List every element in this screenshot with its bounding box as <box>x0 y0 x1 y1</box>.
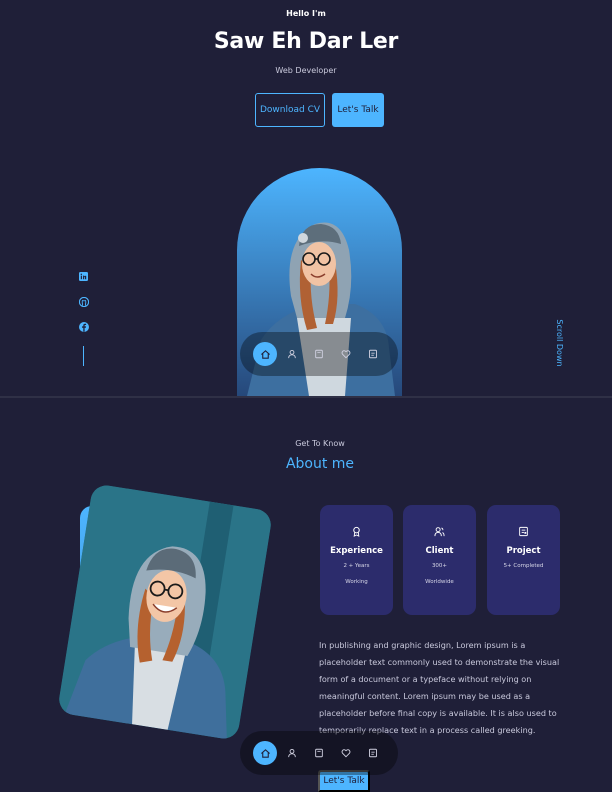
card-title: Experience <box>330 546 383 556</box>
services-icon <box>341 350 351 359</box>
github-icon <box>78 296 89 307</box>
card-project: Project 5+ Completed <box>487 505 560 615</box>
about-title: About me <box>285 456 355 472</box>
card-value: 5+ Completed <box>503 563 544 569</box>
about-portrait-illustration <box>56 483 274 741</box>
nav-item-experience[interactable] <box>307 741 331 765</box>
message-icon <box>368 748 377 758</box>
card-value: 300+ <box>431 563 448 569</box>
github-link[interactable] <box>77 295 90 308</box>
about-description: In publishing and graphic design, Lorem … <box>319 640 560 735</box>
download-cv-button[interactable]: Download CV <box>255 93 325 127</box>
nav-item-contact[interactable] <box>361 342 385 366</box>
greeting: Hello I'm <box>286 9 326 18</box>
card-caption: Working <box>345 579 368 585</box>
social-divider-line <box>83 346 84 366</box>
nav-item-about[interactable] <box>280 741 304 765</box>
nav-item-about[interactable] <box>280 342 304 366</box>
nav-item-home[interactable] <box>253 342 278 366</box>
page-title: Saw Eh Dar Ler <box>213 29 399 54</box>
lets-talk-button[interactable]: Let's Talk <box>332 93 384 127</box>
card-client: Client 300+ Worldwide <box>403 505 476 615</box>
message-icon <box>368 349 377 359</box>
card-title: Client <box>425 546 454 556</box>
card-caption: Worldwide <box>425 579 454 585</box>
role-subtitle: Web Developer <box>275 66 337 75</box>
card-value: 2 + Years <box>343 563 370 569</box>
facebook-icon <box>78 321 89 332</box>
floating-nav-sticky <box>240 731 398 775</box>
card-experience: Experience 2 + Years Working <box>320 505 393 615</box>
services-icon <box>341 749 351 758</box>
users-icon <box>434 527 445 537</box>
nav-item-home[interactable] <box>253 741 278 765</box>
award-icon <box>353 526 360 537</box>
linkedin-icon <box>79 272 88 281</box>
nav-item-services[interactable] <box>334 741 358 765</box>
facebook-link[interactable] <box>77 320 90 333</box>
scroll-down-link[interactable]: Scroll Down <box>552 305 564 381</box>
floating-nav <box>240 332 398 376</box>
nav-item-contact[interactable] <box>361 741 385 765</box>
book-icon <box>315 349 323 359</box>
nav-item-experience[interactable] <box>307 342 331 366</box>
user-icon <box>288 748 296 758</box>
book-icon <box>315 748 323 758</box>
linkedin-link[interactable] <box>77 270 90 283</box>
folder-icon <box>519 526 528 537</box>
nav-item-services[interactable] <box>334 342 358 366</box>
about-eyebrow: Get To Know <box>295 439 345 448</box>
section-divider <box>0 396 612 398</box>
home-icon <box>260 748 270 758</box>
about-photo <box>56 483 274 741</box>
home-icon <box>260 349 270 359</box>
card-title: Project <box>506 546 541 556</box>
user-icon <box>288 349 296 359</box>
